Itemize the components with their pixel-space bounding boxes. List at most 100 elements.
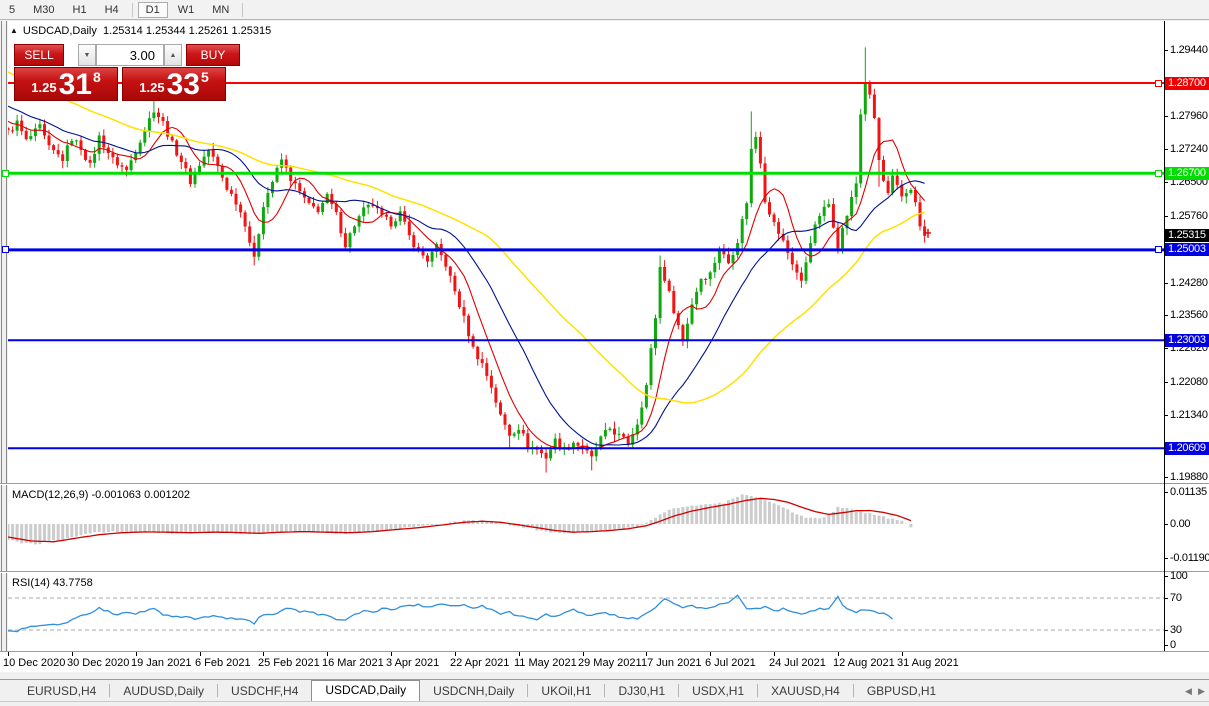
toolbar-item-h4[interactable]: H4 bbox=[97, 2, 127, 18]
tab-audusd-daily[interactable]: AUDUSD,Daily bbox=[110, 682, 217, 701]
collapse-triangle-icon[interactable]: ▲ bbox=[10, 26, 18, 35]
candle-body bbox=[485, 363, 489, 376]
candle-body bbox=[667, 280, 671, 291]
candle-body bbox=[161, 117, 165, 121]
candle-body bbox=[457, 291, 461, 308]
candle-body bbox=[24, 131, 28, 140]
toolbar-item-d1[interactable]: D1 bbox=[137, 1, 168, 18]
candle-body bbox=[658, 267, 662, 319]
buy-price-box[interactable]: 1.25 33 5 bbox=[122, 67, 226, 101]
sell-button[interactable]: SELL bbox=[14, 44, 64, 66]
sell-price-point: 8 bbox=[92, 69, 101, 85]
candle-body bbox=[125, 166, 129, 170]
chevron-down-icon: ▼ bbox=[83, 51, 91, 59]
price-badge-1.28700: 1.28700 bbox=[1165, 76, 1209, 90]
toolbar-item-w1[interactable]: W1 bbox=[170, 2, 203, 18]
price-tick-label: 1.24280 bbox=[1170, 276, 1208, 289]
tab-usdcad-daily[interactable]: USDCAD,Daily bbox=[311, 680, 421, 701]
date-label: 31 Aug 2021 bbox=[897, 657, 959, 669]
toolbar-item-h1[interactable]: H1 bbox=[65, 2, 95, 18]
tabs-scroll-right[interactable]: ▶ bbox=[1198, 686, 1205, 697]
candle-body bbox=[717, 250, 721, 263]
line-handle-right-1.267[interactable] bbox=[1155, 169, 1162, 177]
candle-body bbox=[280, 159, 284, 168]
tab-dj30-h1[interactable]: DJ30,H1 bbox=[605, 682, 678, 701]
candle-body bbox=[412, 235, 416, 248]
tab-ukoil-h1[interactable]: UKOil,H1 bbox=[528, 682, 604, 701]
tab-usdx-h1[interactable]: USDX,H1 bbox=[679, 682, 757, 701]
candle-body bbox=[229, 189, 233, 194]
candle-body bbox=[266, 193, 270, 208]
candle-body bbox=[316, 206, 320, 213]
candle-body bbox=[891, 175, 895, 193]
candle-body bbox=[38, 124, 42, 129]
date-tick-mark bbox=[8, 652, 9, 656]
candle-body bbox=[731, 254, 735, 264]
date-tick-mark bbox=[519, 652, 520, 656]
candle-body bbox=[444, 255, 448, 267]
candle-body bbox=[713, 262, 717, 273]
tab-usdchf-h4[interactable]: USDCHF,H4 bbox=[218, 682, 311, 701]
candle-body bbox=[790, 252, 794, 265]
candle-body bbox=[175, 140, 179, 156]
line-handle-right-1.25003[interactable] bbox=[1155, 246, 1162, 254]
tab-eurusd-h4[interactable]: EURUSD,H4 bbox=[14, 682, 109, 701]
price-tick-dash bbox=[1164, 215, 1168, 217]
volume-decrease-button[interactable]: ▼ bbox=[78, 44, 96, 66]
date-tick-mark bbox=[710, 652, 711, 656]
toolbar-item-mn[interactable]: MN bbox=[204, 2, 237, 18]
date-label: 6 Jul 2021 bbox=[705, 657, 756, 669]
candle-body bbox=[681, 325, 685, 342]
candle-body bbox=[147, 118, 151, 131]
tab-usdcnh-daily[interactable]: USDCNH,Daily bbox=[420, 682, 527, 701]
toolbar-item-m30[interactable]: M30 bbox=[25, 2, 62, 18]
candle-body bbox=[494, 387, 498, 403]
candle-body bbox=[84, 149, 87, 160]
macd-tick-label: 0.01135 bbox=[1170, 486, 1207, 498]
candle-body bbox=[503, 414, 507, 425]
candle-body bbox=[576, 442, 580, 446]
candle-body bbox=[603, 430, 607, 437]
candle-body bbox=[65, 145, 69, 161]
chevron-up-icon: ▲ bbox=[169, 51, 177, 59]
date-label: 24 Jul 2021 bbox=[769, 657, 826, 669]
line-handle-right-1.287[interactable] bbox=[1155, 79, 1162, 87]
line-handle-left-1.25003[interactable] bbox=[2, 246, 9, 254]
buy-price-point: 5 bbox=[200, 69, 209, 85]
sell-price-box[interactable]: 1.25 31 8 bbox=[14, 67, 118, 101]
date-tick-mark bbox=[646, 652, 647, 656]
candle-body bbox=[685, 323, 689, 342]
chart-symbol-label: USDCAD,Daily bbox=[22, 25, 97, 37]
candle-body bbox=[649, 348, 653, 386]
candle-body bbox=[913, 190, 917, 203]
volume-increase-button[interactable]: ▲ bbox=[164, 44, 182, 66]
candle-body bbox=[590, 450, 594, 457]
volume-input[interactable] bbox=[96, 44, 164, 66]
candle-body bbox=[426, 255, 429, 262]
candle-body bbox=[394, 221, 398, 227]
candle-body bbox=[740, 219, 744, 244]
price-tick-label: 1.22080 bbox=[1170, 375, 1208, 388]
candle-body bbox=[841, 228, 844, 249]
candle-body bbox=[480, 359, 484, 363]
tabs-scroll-left[interactable]: ◀ bbox=[1185, 686, 1192, 697]
candle-body bbox=[111, 153, 115, 158]
moving-average-21 bbox=[8, 105, 925, 446]
candle-body bbox=[622, 433, 626, 437]
terminal-window: 5 M30 H1 H4 D1 W1 MN ▲ USDCAD,Daily 1.25314 1.2… bbox=[0, 0, 1209, 706]
date-label: 12 Aug 2021 bbox=[833, 657, 895, 669]
buy-button[interactable]: BUY bbox=[186, 44, 240, 66]
line-handle-left-1.267[interactable] bbox=[2, 169, 9, 177]
date-label: 6 Feb 2021 bbox=[195, 657, 251, 669]
candle-body bbox=[827, 204, 831, 207]
window-frame-left-inner bbox=[6, 21, 7, 651]
toolbar-item-5[interactable]: 5 bbox=[1, 2, 23, 18]
candle-body bbox=[8, 128, 10, 131]
tab-gbpusd-h1[interactable]: GBPUSD,H1 bbox=[854, 682, 949, 701]
candle-body bbox=[640, 407, 644, 425]
candle-body bbox=[818, 216, 822, 225]
macd-indicator-label: MACD(12,26,9) -0.001063 0.001202 bbox=[12, 489, 190, 501]
candle-body bbox=[699, 279, 703, 292]
candle-body bbox=[170, 136, 174, 141]
tab-xauusd-h4[interactable]: XAUUSD,H4 bbox=[758, 682, 853, 701]
